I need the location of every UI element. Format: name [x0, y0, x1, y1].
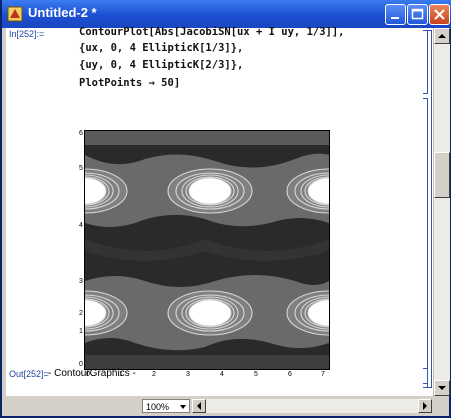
- x-tick-label: 4: [220, 371, 224, 378]
- scroll-down-button[interactable]: [434, 380, 450, 396]
- scroll-right-icon: [423, 402, 427, 410]
- y-tick-label: 6: [79, 130, 83, 137]
- x-tick-label: 3: [186, 371, 190, 378]
- output-text[interactable]: - ContourGraphics -: [48, 368, 136, 379]
- minimize-button[interactable]: [385, 4, 406, 25]
- title-bar[interactable]: Untitled-2 *: [2, 0, 451, 28]
- minimize-icon: [391, 17, 399, 19]
- contour-plot: [84, 130, 330, 370]
- horizontal-scrollbar[interactable]: [192, 399, 432, 413]
- y-tick-label: 1: [79, 328, 83, 335]
- maximize-button[interactable]: [407, 4, 428, 25]
- code-line-4[interactable]: PlotPoints → 50]: [79, 77, 180, 89]
- scroll-up-button[interactable]: [434, 28, 450, 44]
- code-line-2[interactable]: {ux, 0, 4 EllipticK[1/3]},: [79, 42, 243, 54]
- output-cell-label: Out[252]=: [9, 369, 49, 379]
- notebook-window: Untitled-2 * In[252]:= ContourPlot[Abs[J…: [0, 0, 451, 418]
- x-tick-label: 6: [288, 371, 292, 378]
- notebook-content[interactable]: In[252]:= ContourPlot[Abs[JacobiSN[ux + …: [6, 26, 433, 396]
- y-tick-label: 4: [79, 222, 83, 229]
- zoom-dropdown[interactable]: 100%: [142, 399, 190, 413]
- y-tick-label: 5: [79, 165, 83, 172]
- code-line-1[interactable]: ContourPlot[Abs[JacobiSN[ux + I uy, 1/3]…: [79, 26, 345, 38]
- y-tick-label: 0: [79, 361, 83, 368]
- contour-plot-image: [85, 131, 329, 369]
- x-tick-label: 7: [321, 371, 325, 378]
- app-icon[interactable]: [7, 6, 23, 22]
- y-tick-label: 2: [79, 310, 83, 317]
- status-bar: 100%: [2, 396, 449, 416]
- scroll-right-button[interactable]: [418, 399, 432, 413]
- x-tick-label: 5: [254, 371, 258, 378]
- group-cell-bracket[interactable]: [428, 30, 432, 388]
- scroll-thumb[interactable]: [434, 152, 450, 198]
- scroll-left-button[interactable]: [192, 399, 206, 413]
- close-button[interactable]: [429, 4, 450, 25]
- zoom-value: 100%: [146, 402, 170, 412]
- close-icon: [434, 9, 445, 20]
- maximize-icon: [411, 8, 424, 20]
- code-line-3[interactable]: {uy, 0, 4 EllipticK[2/3]},: [79, 59, 243, 71]
- y-tick-label: 3: [79, 278, 83, 285]
- window-title: Untitled-2 *: [28, 5, 97, 20]
- dropdown-arrow-icon: [180, 405, 186, 409]
- scroll-left-icon: [197, 402, 201, 410]
- input-cell-label: In[252]:=: [9, 29, 45, 39]
- scroll-up-icon: [438, 34, 446, 38]
- vertical-scrollbar[interactable]: [433, 28, 450, 396]
- scroll-down-icon: [438, 386, 446, 390]
- x-tick-label: 2: [152, 371, 156, 378]
